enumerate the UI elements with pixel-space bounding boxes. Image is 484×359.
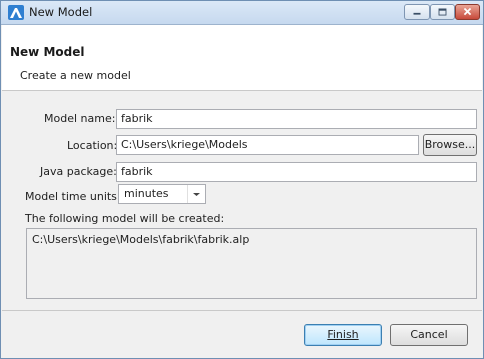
- finish-button[interactable]: Finish: [304, 324, 382, 346]
- time-units-select[interactable]: minutes: [118, 184, 206, 204]
- finish-button-label: Finish: [327, 328, 359, 341]
- java-package-label: Java package:: [40, 165, 117, 178]
- model-name-input[interactable]: fabrik: [116, 109, 477, 129]
- output-label: The following model will be created:: [25, 212, 225, 225]
- header-title: New Model: [10, 45, 85, 59]
- minimize-icon: [413, 12, 421, 15]
- output-path: C:\Users\kriege\Models\fabrik\fabrik.alp: [32, 233, 250, 246]
- close-icon: [463, 7, 472, 16]
- maximize-button[interactable]: [430, 4, 455, 20]
- location-label: Location:: [67, 139, 118, 152]
- model-name-label: Model name:: [44, 112, 116, 125]
- minimize-button[interactable]: [404, 4, 430, 20]
- time-units-value: minutes: [124, 187, 169, 200]
- app-icon: [8, 5, 24, 20]
- location-input[interactable]: C:\Users\kriege\Models: [116, 135, 419, 155]
- java-package-input[interactable]: fabrik: [116, 162, 477, 182]
- window-title: New Model: [29, 5, 93, 19]
- maximize-icon: [438, 8, 447, 16]
- time-units-label: Model time units:: [25, 190, 121, 203]
- new-model-dialog: New Model New Model Create a new model M…: [0, 0, 484, 359]
- chevron-down-icon[interactable]: [187, 185, 205, 203]
- header-subtitle: Create a new model: [20, 69, 131, 82]
- close-button[interactable]: [455, 4, 480, 20]
- dialog-header: New Model Create a new model: [2, 25, 482, 91]
- output-path-box: C:\Users\kriege\Models\fabrik\fabrik.alp: [26, 228, 477, 299]
- footer-divider: [2, 310, 482, 311]
- cancel-button[interactable]: Cancel: [390, 324, 468, 346]
- title-bar[interactable]: New Model: [1, 1, 483, 25]
- browse-button[interactable]: Browse...: [423, 134, 477, 156]
